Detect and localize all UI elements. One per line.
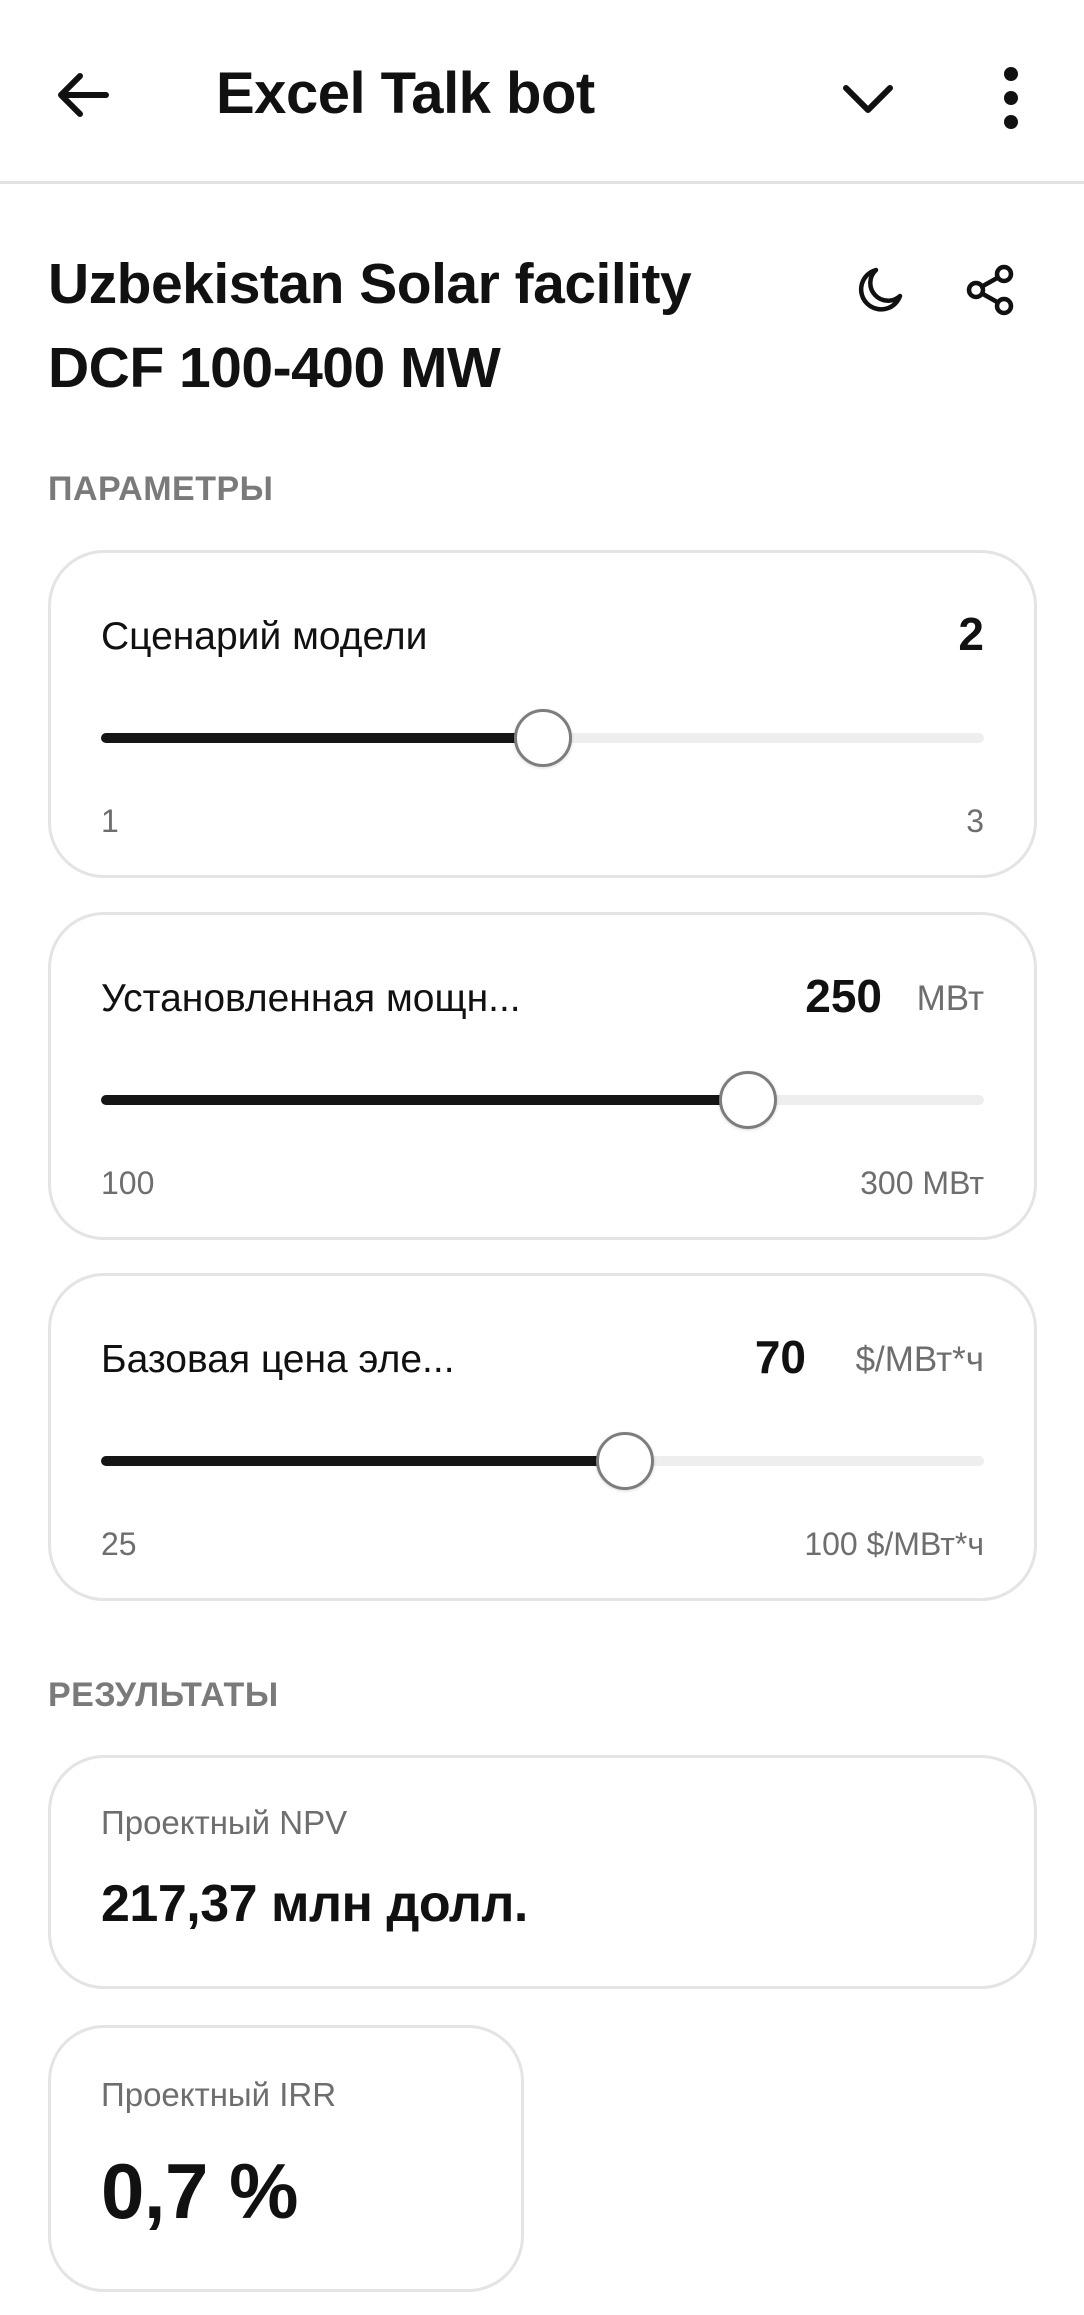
slider-value: 70 [754,1331,806,1383]
npv-label: Проектный NPV [101,1804,348,1841]
share-icon [966,264,1014,316]
slider-max-label: 300 МВт [860,1165,984,1201]
more-options-button[interactable] [985,62,1037,134]
slider-track[interactable] [101,709,984,767]
slider-unit: МВт [916,979,984,1018]
npv-value: 217,37 млн долл. [101,1875,528,1933]
slider-value: 250 [805,970,882,1022]
slider-fill [101,733,543,743]
npv-result-card: Проектный NPV 217,37 млн долл. [48,1755,1037,1989]
slider-label: Сценарий модели [101,615,428,658]
slider-card-base-price: Базовая цена эле... 70 $/МВт*ч 25 100 $/… [48,1273,1037,1601]
arrow-left-icon [58,73,109,117]
share-button[interactable] [962,262,1018,318]
slider-track[interactable] [101,1432,984,1490]
slider-card-scenario: Сценарий модели 2 1 3 [48,550,1037,878]
slider-label: Базовая цена эле... [101,1338,455,1381]
slider-value: 2 [958,608,984,660]
more-vertical-icon [1004,67,1018,129]
chevron-down-icon [843,85,893,113]
app-title: Excel Talk bot [216,61,595,126]
irr-result-card: Проектный IRR 0,7 % [48,2025,524,2292]
back-button[interactable] [50,62,116,128]
theme-toggle-button[interactable] [852,262,908,318]
slider-min-label: 25 [101,1526,137,1562]
slider-label: Установленная мощн... [101,977,521,1020]
collapse-button[interactable] [836,66,900,130]
slider-max-label: 100 $/МВт*ч [804,1526,984,1562]
slider-fill [101,1456,625,1466]
slider-thumb[interactable] [719,1071,778,1129]
irr-label: Проектный IRR [101,2076,337,2113]
page-title: Uzbekistan Solar facility DCF 100-400 MW [48,252,692,400]
results-section-label: РЕЗУЛЬТАТЫ [48,1676,279,1714]
app-bar: Excel Talk bot [0,0,1084,184]
slider-card-capacity: Установленная мощн... 250 МВт 100 300 МВ… [48,912,1037,1240]
parameters-section-label: ПАРАМЕТРЫ [48,470,274,508]
slider-thumb[interactable] [595,1432,654,1490]
slider-thumb[interactable] [513,709,572,767]
slider-min-label: 1 [101,803,119,839]
slider-fill [101,1095,749,1105]
moon-icon [858,267,903,312]
slider-track[interactable] [101,1071,984,1129]
slider-min-label: 100 [101,1165,155,1201]
slider-max-label: 3 [966,803,984,839]
irr-value: 0,7 % [101,2147,298,2235]
slider-unit: $/МВт*ч [855,1340,984,1379]
